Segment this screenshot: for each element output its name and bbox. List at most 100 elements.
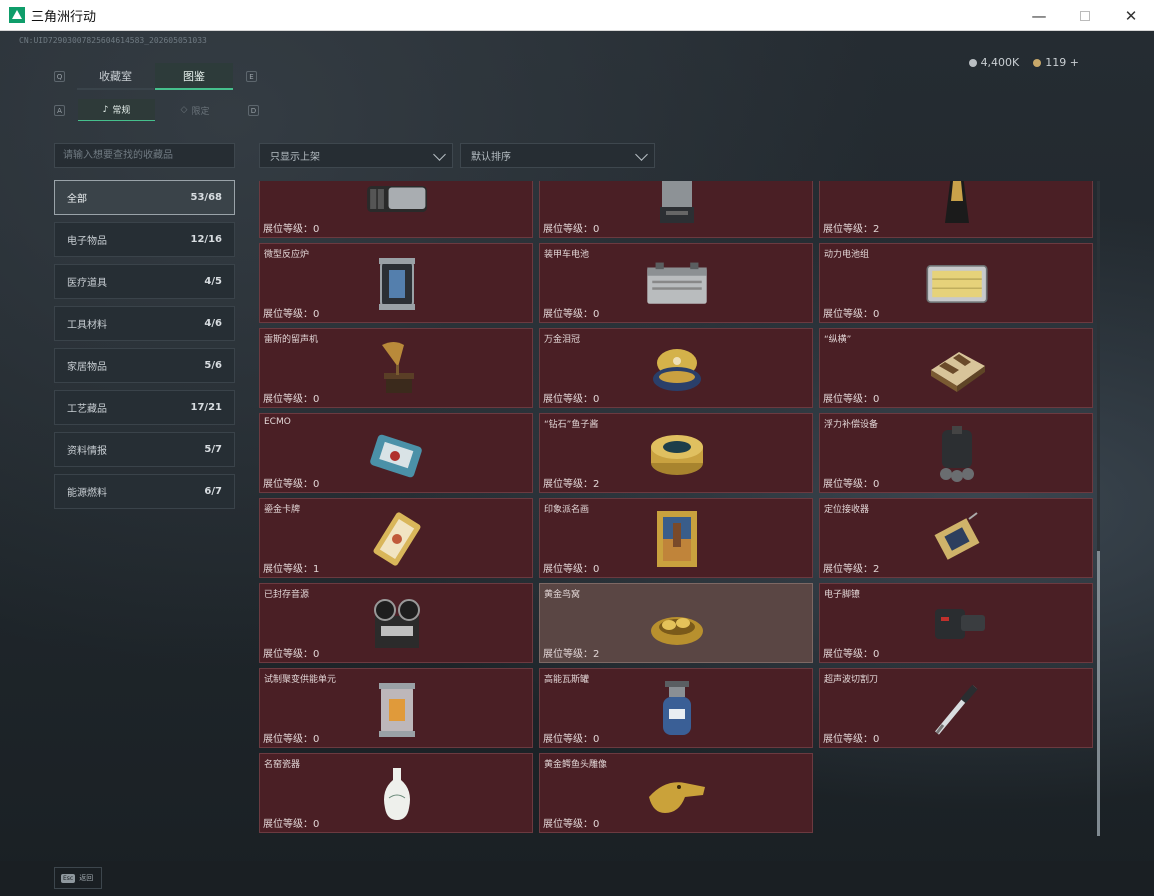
category-intel[interactable]: 资料情报 5/7: [54, 432, 235, 467]
collection-card[interactable]: 鎏金卡牌 展位等级：1: [259, 498, 533, 578]
reactor-icon: [364, 254, 430, 314]
gold-amount: 119: [1045, 56, 1067, 69]
collection-card[interactable]: 展位等级：2: [819, 181, 1093, 238]
item-name: 装甲车电池: [544, 250, 590, 260]
collection-card[interactable]: 万金泪冠 展位等级：0: [539, 328, 813, 408]
item-level: 展位等级：0: [263, 734, 320, 745]
collection-card[interactable]: 印象派名画 展位等级：0: [539, 498, 813, 578]
collection-card[interactable]: 定位接收器 展位等级：2: [819, 498, 1093, 578]
item-level: 展位等级：0: [823, 649, 880, 660]
item-level: 展位等级：0: [263, 649, 320, 660]
collection-card[interactable]: 黄金鳄鱼头雕像 展位等级：0: [539, 753, 813, 833]
category-energy[interactable]: 能源燃料 6/7: [54, 474, 235, 509]
tab-collection-room[interactable]: 收藏室: [77, 63, 154, 90]
gramophone-icon: [364, 339, 430, 399]
caviar-icon: [644, 424, 710, 484]
collection-card[interactable]: 装甲车电池 展位等级：0: [539, 243, 813, 323]
item-name: 已封存音源: [264, 590, 310, 600]
gold-card-icon: [364, 509, 430, 569]
grid-scrollbar-thumb[interactable]: [1097, 551, 1100, 836]
bottom-bar: [0, 861, 1154, 896]
jeweled-egg-icon: [644, 339, 710, 399]
shelf-filter-value: 只显示上架: [270, 152, 320, 163]
tab-catalog[interactable]: 图鉴: [155, 63, 233, 90]
buoyancy-icon: [924, 424, 990, 484]
category-all[interactable]: 全部 53/68: [54, 180, 235, 215]
item-level: 展位等级：0: [263, 819, 320, 830]
subtab-left-key-hint: A: [54, 105, 65, 116]
collection-card[interactable]: 雷斯的留声机 展位等级：0: [259, 328, 533, 408]
collection-card[interactable]: 动力电池组 展位等级：0: [819, 243, 1093, 323]
window-controls: — ✕: [1016, 0, 1154, 31]
category-tools[interactable]: 工具材料 4/6: [54, 306, 235, 341]
item-name: 定位接收器: [824, 505, 870, 515]
item-name: 黄金鳄鱼头雕像: [544, 760, 608, 770]
item-level: 展位等级：0: [263, 394, 320, 405]
collection-card[interactable]: 名窑瓷器 展位等级：0: [259, 753, 533, 833]
collection-card[interactable]: 浮力补偿设备 展位等级：0: [819, 413, 1093, 493]
item-level: 展位等级：0: [543, 309, 600, 320]
item-level: 展位等级：0: [823, 479, 880, 490]
device-icon: [364, 181, 430, 229]
app-logo-icon: [9, 7, 25, 23]
item-name: 动力电池组: [824, 250, 870, 260]
collection-card[interactable]: 展位等级：0: [259, 181, 533, 238]
item-name: 万金泪冠: [544, 335, 581, 345]
ankle-monitor-icon: [924, 594, 990, 654]
item-level: 展位等级：0: [543, 394, 600, 405]
subtab-limited[interactable]: ◇ 限定: [156, 99, 234, 121]
collection-card[interactable]: 已封存音源 展位等级：0: [259, 583, 533, 663]
close-button[interactable]: ✕: [1108, 0, 1154, 31]
collection-grid: 展位等级：0 展位等级：0 展位等级：2 微型反应炉 展位等级：0 装甲车电池 …: [258, 181, 1094, 836]
item-level: 展位等级：2: [823, 224, 880, 235]
search-input[interactable]: [54, 143, 235, 168]
back-button[interactable]: Esc 返回: [54, 867, 102, 889]
category-crafts[interactable]: 工艺藏品 17/21: [54, 390, 235, 425]
game-screen: CN:UID72903007825604614583_202605051033 …: [0, 31, 1154, 896]
category-household[interactable]: 家居物品 5/6: [54, 348, 235, 383]
maximize-button[interactable]: [1062, 0, 1108, 31]
category-medical[interactable]: 医疗道具 4/5: [54, 264, 235, 299]
collection-card[interactable]: 电子脚镣 展位等级：0: [819, 583, 1093, 663]
item-name: 高能瓦斯罐: [544, 675, 590, 685]
tab-left-key-hint: Q: [54, 71, 65, 82]
collection-card[interactable]: “纵横” 展位等级：0: [819, 328, 1093, 408]
shelf-filter-dropdown[interactable]: 只显示上架: [259, 143, 453, 168]
item-name: ECMO: [264, 417, 291, 427]
category-electronics[interactable]: 电子物品 12/16: [54, 222, 235, 257]
chevron-down-icon: [433, 148, 446, 161]
collection-card[interactable]: 高能瓦斯罐 展位等级：0: [539, 668, 813, 748]
gold-currency[interactable]: 119 +: [1033, 56, 1079, 69]
back-label: 返回: [79, 874, 94, 882]
battery-icon: [644, 254, 710, 314]
uid-label: CN:UID72903007825604614583_202605051033: [19, 36, 207, 45]
gas-tank-icon: [644, 679, 710, 739]
category-count: 4/6: [204, 318, 222, 329]
reel-recorder-icon: [364, 594, 430, 654]
item-level: 展位等级：2: [543, 649, 600, 660]
silver-amount: 4,400K: [980, 56, 1020, 69]
fusion-unit-icon: [364, 679, 430, 739]
collection-card[interactable]: 超声波切割刀 展位等级：0: [819, 668, 1093, 748]
collection-card[interactable]: 试制聚变供能单元 展位等级：0: [259, 668, 533, 748]
collection-card[interactable]: “钻石”鱼子酱 展位等级：2: [539, 413, 813, 493]
item-level: 展位等级：2: [823, 564, 880, 575]
item-name: 超声波切割刀: [824, 675, 879, 685]
subtab-regular-label: 常规: [112, 106, 131, 116]
collection-card[interactable]: ECMO 展位等级：0: [259, 413, 533, 493]
regular-icon: ♪: [102, 104, 109, 115]
collection-card[interactable]: 微型反应炉 展位等级：0: [259, 243, 533, 323]
silver-coin-icon: [968, 59, 977, 67]
subtab-limited-label: 限定: [191, 106, 210, 117]
minimize-button[interactable]: —: [1016, 0, 1062, 31]
collection-card[interactable]: 黄金鸟窝 展位等级：2: [539, 583, 813, 663]
category-label: 工具材料: [67, 320, 107, 331]
category-count: 4/5: [204, 276, 222, 287]
collection-card[interactable]: 展位等级：0: [539, 181, 813, 238]
currency-bar: 4,400K 119 +: [968, 56, 1079, 69]
add-currency-button[interactable]: +: [1070, 56, 1079, 69]
chessboard-icon: [924, 339, 990, 399]
sort-dropdown[interactable]: 默认排序: [460, 143, 655, 168]
sort-value: 默认排序: [471, 152, 511, 163]
subtab-regular[interactable]: ♪ 常规: [78, 99, 155, 121]
